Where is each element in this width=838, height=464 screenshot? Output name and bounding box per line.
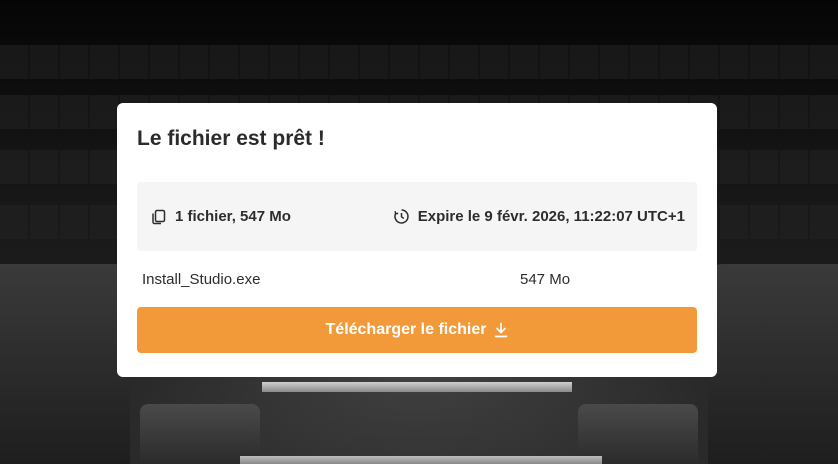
- dialog-title: Le fichier est prêt !: [137, 127, 325, 150]
- background-stair: [240, 456, 602, 464]
- background-seat-left-back: [140, 404, 260, 464]
- file-count-summary: 1 fichier, 547 Mo: [151, 208, 291, 225]
- file-size: 547 Mo: [520, 270, 571, 288]
- background-seat-right: [708, 264, 838, 464]
- file-info-panel: 1 fichier, 547 Mo Expire le 9 févr. 2026…: [137, 182, 697, 251]
- background-seat-left: [0, 264, 130, 464]
- expiry-text: Expire le 9 févr. 2026, 11:22:07 UTC+1: [417, 208, 685, 225]
- file-row: Install_Studio.exe 547 Mo: [137, 251, 697, 307]
- background-seat-row: [0, 45, 838, 79]
- download-dialog: Le fichier est prêt ! 1 fichier, 547 Mo …: [117, 103, 717, 377]
- background-stair: [262, 382, 572, 392]
- file-name: Install_Studio.exe: [142, 270, 261, 288]
- timer-icon: [394, 209, 409, 224]
- expiry-info: Expire le 9 févr. 2026, 11:22:07 UTC+1: [393, 208, 685, 225]
- download-button-label: Télécharger le fichier: [325, 321, 487, 338]
- file-count-text: 1 fichier, 547 Mo: [175, 208, 291, 225]
- download-icon: [495, 322, 508, 338]
- copy-files-icon: [152, 209, 166, 224]
- background-seat-right-back: [578, 404, 698, 464]
- download-button[interactable]: Télécharger le fichier: [137, 307, 697, 353]
